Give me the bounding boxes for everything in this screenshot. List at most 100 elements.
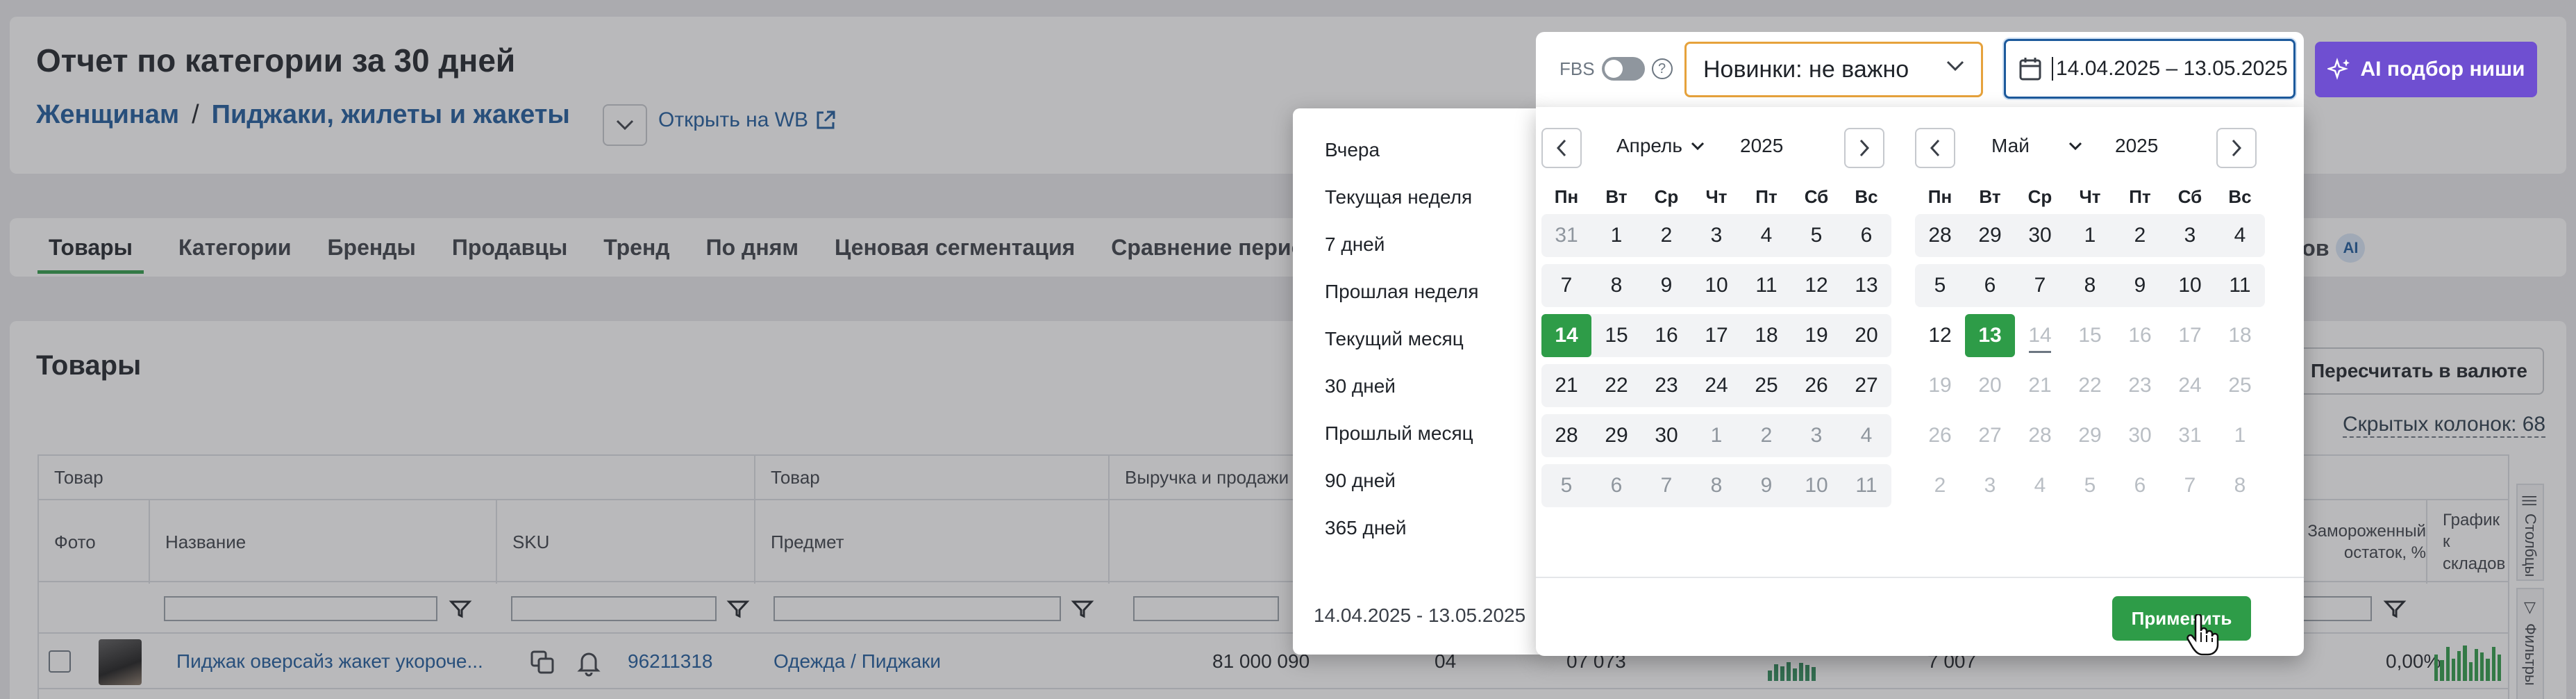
calendar-day[interactable]: 4 [1841,414,1891,457]
calendar-day[interactable]: 30 [1641,414,1691,457]
calendar-day[interactable]: 28 [1541,414,1591,457]
calendar-day[interactable]: 11 [1741,264,1791,307]
calendar-day: 31 [2178,424,2202,447]
calendar-day[interactable]: 25 [1741,364,1791,407]
calendar-day[interactable]: 2 [1641,214,1691,257]
calendar-day: 8 [2234,474,2246,497]
calendar-day[interactable]: 19 [1791,314,1841,357]
calendar-day[interactable]: 7 [1541,264,1591,307]
weekday-label: Сб [2177,186,2202,207]
prev-month-button[interactable] [1541,128,1582,168]
calendar-day[interactable]: 6 [1591,464,1641,507]
apply-button[interactable]: Применить [2112,596,2251,641]
calendar-day[interactable]: 15 [1591,314,1641,357]
calendar-day[interactable]: 3 [2165,214,2215,257]
calendar-day[interactable]: 5 [1915,264,1965,307]
calendar-day[interactable]: 10 [2165,264,2215,307]
calendar-day[interactable]: 8 [1691,464,1741,507]
calendar-day[interactable]: 2 [2115,214,2165,257]
calendar-day[interactable]: 8 [2065,264,2115,307]
calendar-day[interactable]: 29 [1591,414,1641,457]
calendar-day[interactable]: 11 [1841,464,1891,507]
preset-30-days[interactable]: 30 дней [1325,375,1396,397]
calendar-day[interactable]: 21 [1541,364,1591,407]
calendar-day[interactable]: 10 [1791,464,1841,507]
calendar-day: 18 [2228,324,2252,347]
calendar-day[interactable]: 2 [1741,414,1791,457]
calendar-day[interactable]: 24 [1691,364,1741,407]
preset-7-days[interactable]: 7 дней [1325,233,1385,256]
calendar-day[interactable]: 27 [1841,364,1891,407]
calendar-day-selected[interactable]: 13 [1965,314,2015,357]
chevron-left-icon [1556,139,1566,157]
year-label[interactable]: 2025 [2115,135,2158,157]
april-month-select[interactable]: Апрель [1616,135,1705,157]
weekday-label: Вс [1855,186,1878,207]
help-icon[interactable]: ? [1651,58,1673,79]
calendar-day[interactable]: 17 [1691,314,1741,357]
calendar-day[interactable]: 31 [1541,214,1591,257]
calendar-day[interactable]: 16 [1641,314,1691,357]
ai-niche-button[interactable]: AI подбор ниши [2315,42,2537,97]
calendar-day[interactable]: 1 [2065,214,2115,257]
preset-current-week[interactable]: Текущая неделя [1325,186,1472,208]
calendar-day[interactable]: 3 [1691,214,1741,257]
calendar-day[interactable]: 9 [1741,464,1791,507]
calendar-day[interactable]: 12 [1915,314,1965,357]
calendar-day[interactable]: 7 [2015,264,2065,307]
calendar-day[interactable]: 10 [1691,264,1741,307]
calendar-day[interactable]: 29 [1965,214,2015,257]
year-label[interactable]: 2025 [1740,135,1783,157]
date-range-input[interactable]: 14.04.2025 – 13.05.2025 [2004,39,2295,99]
weekday-label: Вс [2228,186,2252,207]
calendar-day[interactable]: 12 [1791,264,1841,307]
weekday-label: Пн [1554,186,1579,207]
chevron-left-icon [1930,139,1940,157]
preset-90-days[interactable]: 90 дней [1325,470,1396,492]
calendar-day[interactable]: 6 [1965,264,2015,307]
fbs-toggle[interactable] [1601,57,1645,81]
calendar-day[interactable]: 13 [1841,264,1891,307]
calendar-day[interactable]: 5 [1541,464,1591,507]
preset-current-month[interactable]: Текущий месяц [1325,328,1464,350]
calendar-day[interactable]: 26 [1791,364,1841,407]
calendar-day[interactable]: 1 [1591,214,1641,257]
chevron-down-icon [1691,142,1705,150]
calendar-day[interactable]: 22 [1591,364,1641,407]
calendar-day[interactable]: 6 [1841,214,1891,257]
calendar-day[interactable]: 4 [2215,214,2265,257]
ai-niche-button-label: AI подбор ниши [2360,58,2525,81]
calendar-day[interactable]: 3 [1791,414,1841,457]
calendar-day[interactable]: 28 [1915,214,1965,257]
calendar-day: 19 [1928,374,1952,397]
calendar-day[interactable]: 11 [2215,264,2265,307]
calendar-day[interactable]: 5 [1791,214,1841,257]
calendar-day[interactable]: 23 [1641,364,1691,407]
novinki-select[interactable]: Новинки: не важно [1684,42,1983,97]
calendar-day[interactable]: 1 [1691,414,1741,457]
calendar-day[interactable]: 9 [2115,264,2165,307]
calendar-day-selected[interactable]: 14 [1541,314,1591,357]
calendar-day[interactable]: 18 [1741,314,1791,357]
next-month-button[interactable] [1844,128,1884,168]
weekday-label: Пт [2129,186,2151,207]
preset-365-days[interactable]: 365 дней [1325,517,1407,539]
chevron-right-icon [2232,139,2242,157]
calendar-day[interactable]: 8 [1591,264,1641,307]
preset-yesterday[interactable]: Вчера [1325,139,1380,161]
calendar-day: 26 [1928,424,1952,447]
calendar-icon [2019,58,2041,81]
prev-month-button[interactable] [1915,128,1955,168]
weekday-label: Ср [1654,186,1679,207]
calendar-day[interactable]: 30 [2015,214,2065,257]
next-month-button[interactable] [2216,128,2257,168]
may-month-select[interactable]: Май [1991,135,2082,157]
calendar-day: 7 [2184,474,2196,497]
calendar-day[interactable]: 7 [1641,464,1691,507]
preset-last-month[interactable]: Прошлый месяц [1325,422,1473,445]
preset-last-week[interactable]: Прошлая неделя [1325,281,1478,303]
calendar-day[interactable]: 4 [1741,214,1791,257]
calendar-day: 28 [2028,424,2052,447]
calendar-day[interactable]: 9 [1641,264,1691,307]
calendar-day[interactable]: 20 [1841,314,1891,357]
